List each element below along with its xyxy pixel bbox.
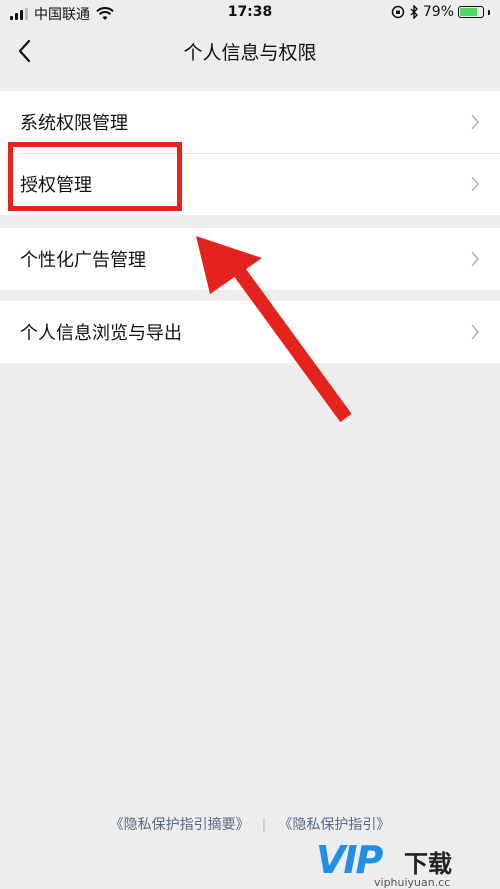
battery-percent: 79% <box>422 4 454 20</box>
chevron-right-icon <box>471 324 480 340</box>
watermark-url: viphuiyuan.cc <box>374 876 451 889</box>
list-item-info-export[interactable]: 个人信息浏览与导出 <box>0 301 500 363</box>
page-title: 个人信息与权限 <box>183 42 317 64</box>
rotation-lock-icon <box>391 5 405 19</box>
watermark-logo: VIP 下载 viphuiyuan.cc <box>316 838 492 889</box>
privacy-policy-link[interactable]: 《隐私保护指引》 <box>278 817 390 833</box>
export-group: 个人信息浏览与导出 <box>0 301 500 363</box>
watermark-suffix: 下载 <box>404 850 452 878</box>
footer-links: 《隐私保护指引摘要》 | 《隐私保护指引》 <box>0 814 500 834</box>
list-item-label: 系统权限管理 <box>20 113 128 134</box>
watermark-brand: VIP <box>316 838 383 882</box>
status-bar: 中国联通 17:38 79% <box>0 0 500 26</box>
battery-icon <box>458 6 484 18</box>
nav-bar: 个人信息与权限 <box>0 26 500 76</box>
footer-separator: | <box>261 817 267 833</box>
ads-group: 个性化广告管理 <box>0 228 500 290</box>
annotation-highlight-box <box>8 142 182 211</box>
list-item-personalized-ads[interactable]: 个性化广告管理 <box>0 228 500 290</box>
privacy-summary-link[interactable]: 《隐私保护指引摘要》 <box>110 817 250 833</box>
list-item-label: 个人信息浏览与导出 <box>20 323 182 344</box>
chevron-right-icon <box>471 176 480 192</box>
list-item-label: 个性化广告管理 <box>20 250 146 271</box>
chevron-right-icon <box>471 114 480 130</box>
chevron-right-icon <box>471 251 480 267</box>
bluetooth-icon <box>410 5 418 19</box>
